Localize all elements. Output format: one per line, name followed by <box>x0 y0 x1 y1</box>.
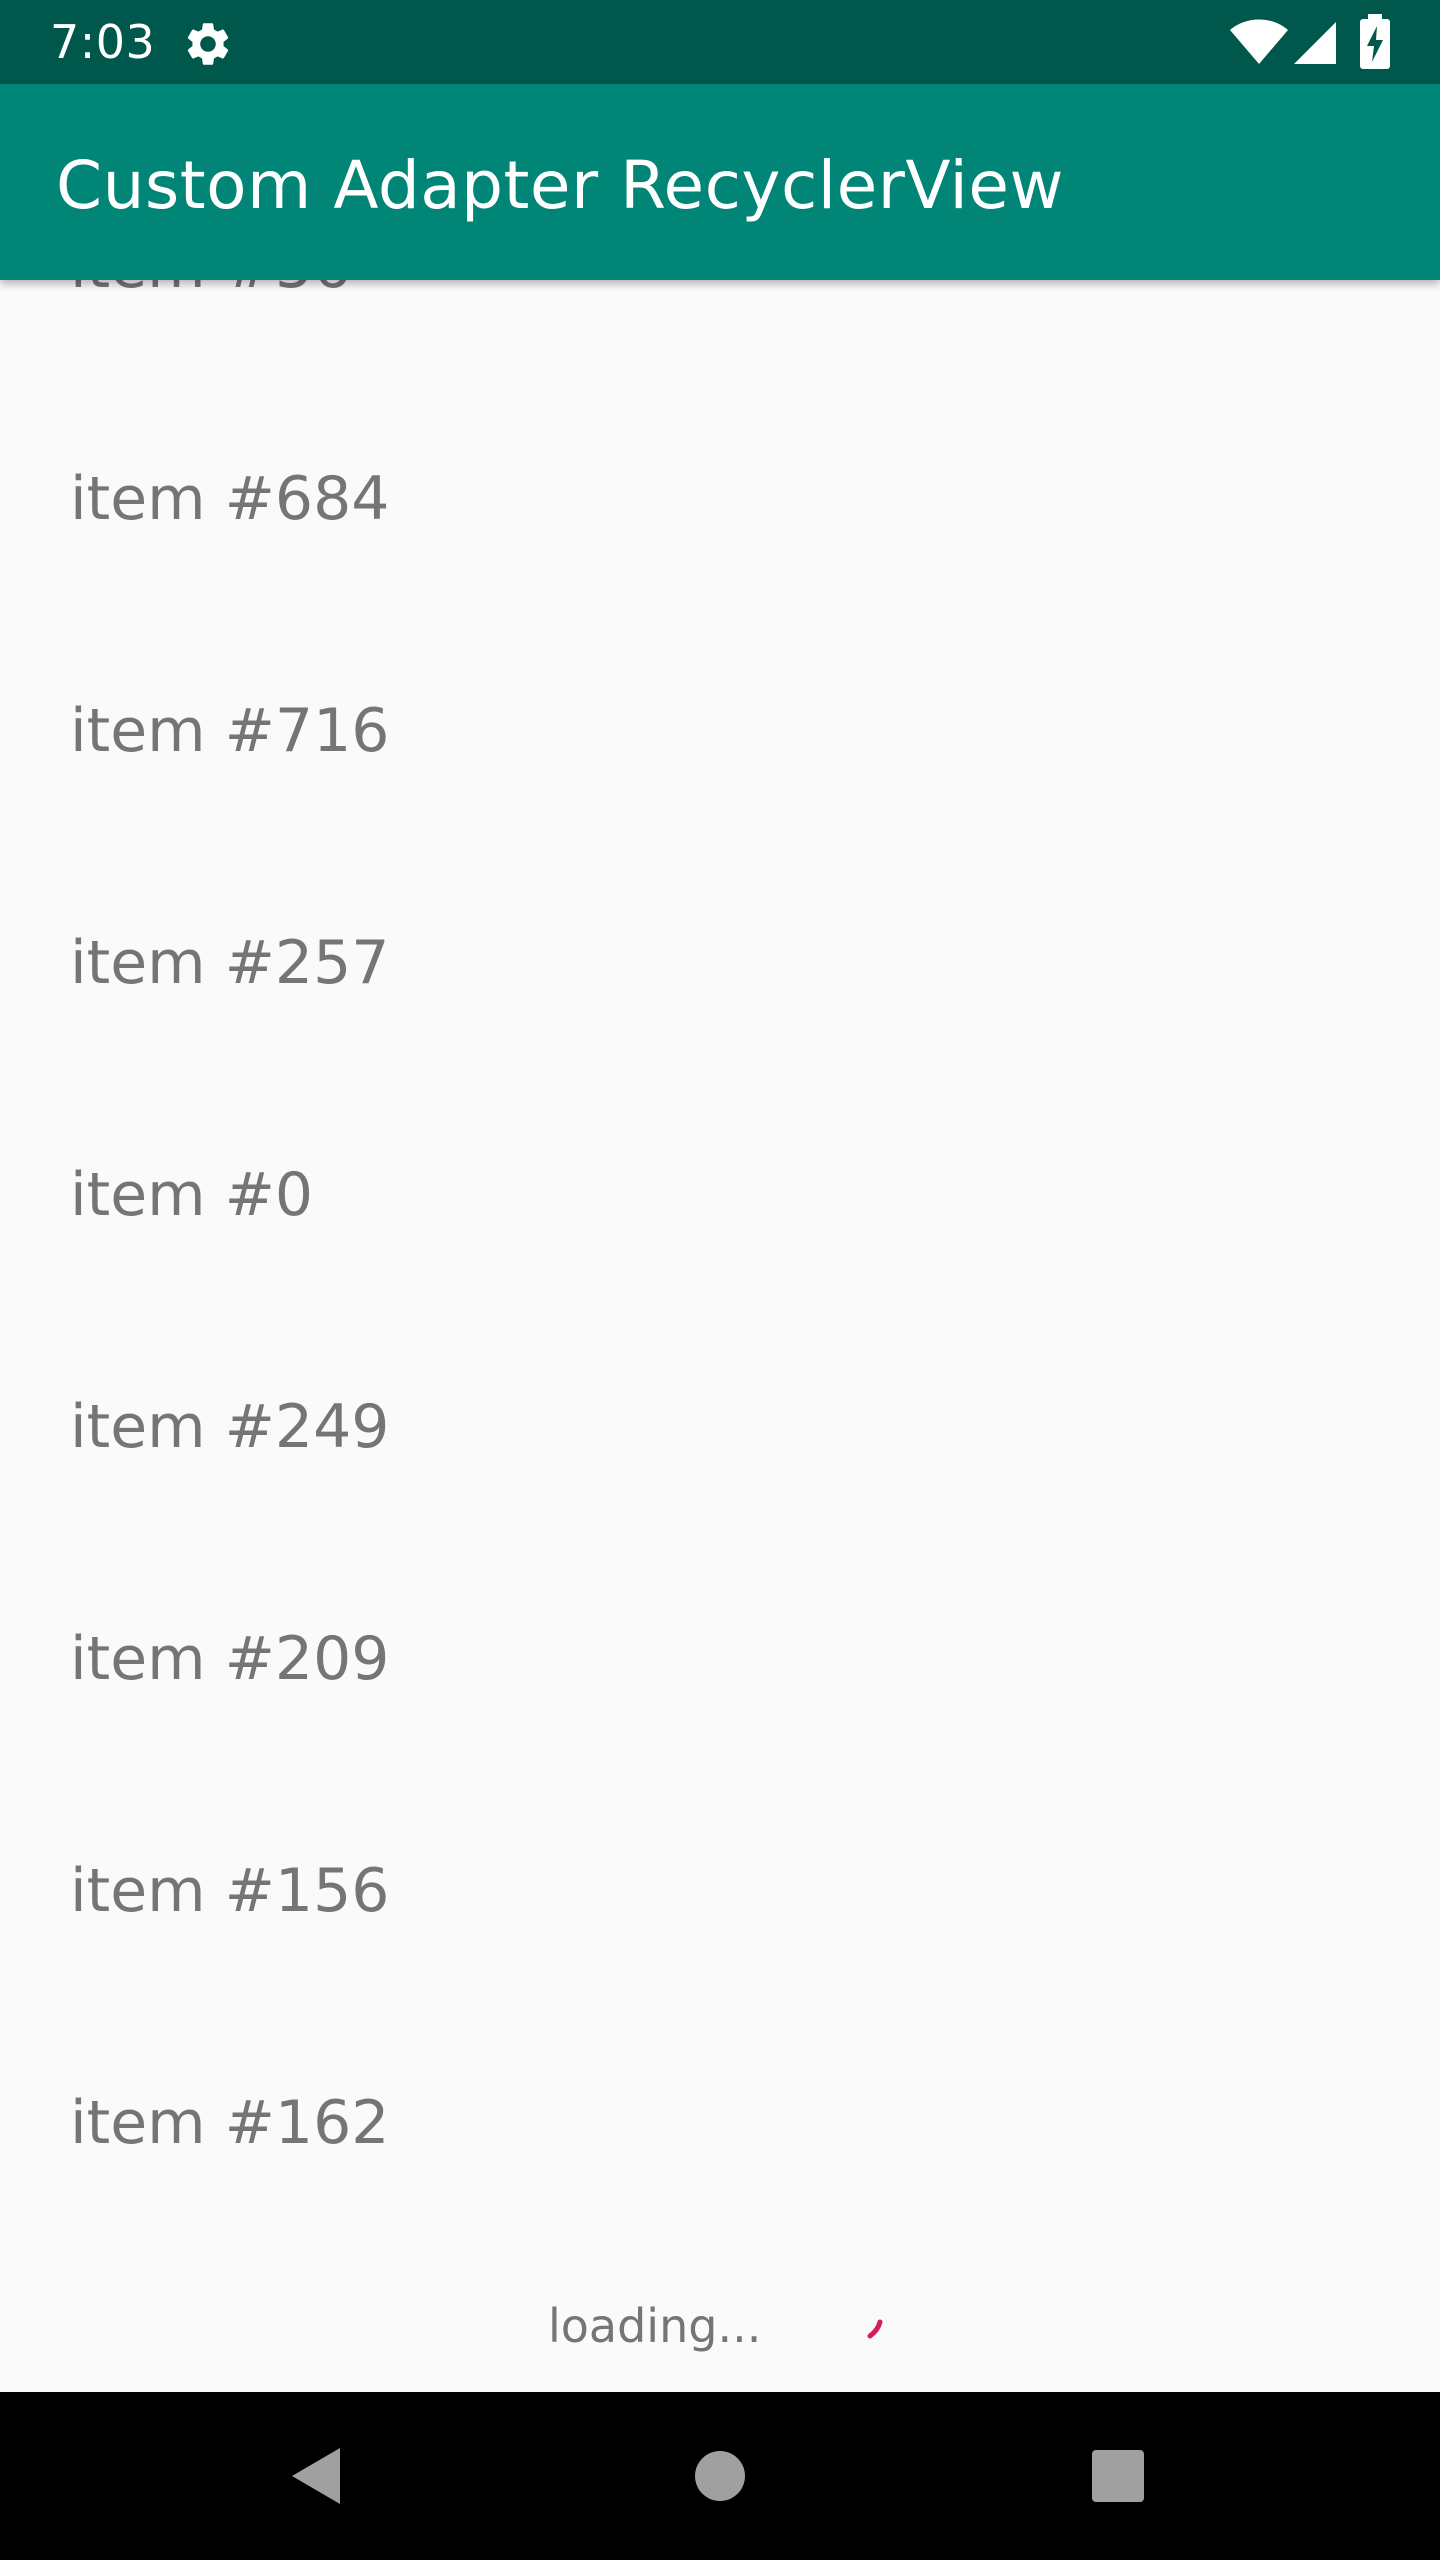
list-item-label: item #162 <box>70 2088 390 2158</box>
navigation-bar <box>0 2392 1440 2560</box>
list-item[interactable]: item #257 <box>0 860 1440 1092</box>
loading-text: loading... <box>548 2299 762 2353</box>
loading-footer: loading... <box>0 2256 1440 2392</box>
list-item-label: item #0 <box>70 1160 314 1230</box>
list-item[interactable]: item #249 <box>0 1324 1440 1556</box>
loading-spinner-icon <box>867 2319 883 2339</box>
wifi-icon <box>1230 19 1288 64</box>
signal-icon <box>1294 22 1336 64</box>
list-item-label: item #209 <box>70 1624 390 1694</box>
app-bar: Custom Adapter RecyclerView <box>0 84 1440 280</box>
back-icon[interactable] <box>268 2426 368 2526</box>
app-title: Custom Adapter RecyclerView <box>56 147 1064 224</box>
list-item-label: item #684 <box>70 464 390 534</box>
list-item[interactable]: item #716 <box>0 628 1440 860</box>
list-item-label: item #249 <box>70 1392 390 1462</box>
battery-charging-icon <box>1360 14 1390 69</box>
screen: 7:03 Custom Adapter RecyclerView item #5… <box>0 0 1440 2560</box>
recycler-list[interactable]: item #56 item #684 item #716 item #257 i… <box>0 280 1440 2392</box>
list-item-label: item #716 <box>70 696 390 766</box>
list-item[interactable]: item #162 <box>0 2020 1440 2252</box>
recents-icon[interactable] <box>1068 2426 1168 2526</box>
list-item[interactable]: item #209 <box>0 1556 1440 1788</box>
status-time: 7:03 <box>50 15 156 69</box>
list-item[interactable]: item #0 <box>0 1092 1440 1324</box>
list-item-label: item #257 <box>70 928 390 998</box>
home-icon[interactable] <box>670 2426 770 2526</box>
gear-icon <box>187 23 229 65</box>
list-item-label: item #56 <box>70 280 351 302</box>
list-item[interactable]: item #156 <box>0 1788 1440 2020</box>
status-bar: 7:03 <box>0 0 1440 84</box>
list-item[interactable]: item #56 <box>0 280 1440 396</box>
list-item[interactable]: item #684 <box>0 396 1440 628</box>
list-item-label: item #156 <box>70 1856 390 1926</box>
